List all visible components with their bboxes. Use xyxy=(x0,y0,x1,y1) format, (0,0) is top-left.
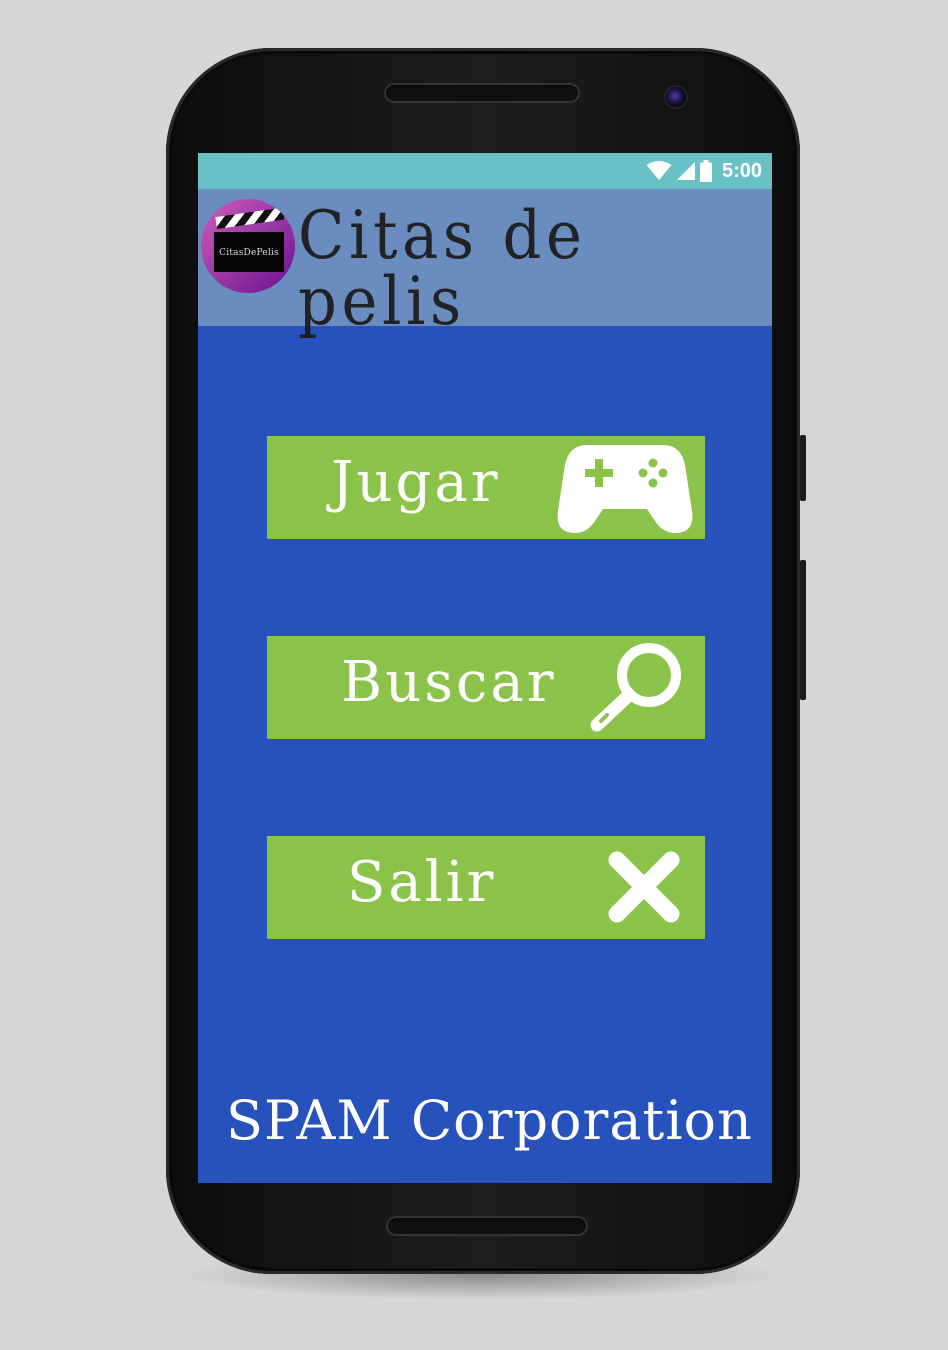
status-bar: 5:00 xyxy=(198,153,772,189)
app-screen: 5:00 CitasDePelis Citas de pelis Jugar B… xyxy=(198,153,772,1183)
play-button[interactable]: Jugar xyxy=(267,436,705,539)
signal-icon xyxy=(676,162,695,180)
clapper-stripes xyxy=(215,207,285,229)
app-bar: CitasDePelis Citas de pelis xyxy=(198,189,772,335)
front-camera xyxy=(666,87,686,107)
play-button-label: Jugar xyxy=(331,450,501,515)
exit-button-label: Salir xyxy=(347,850,497,915)
status-time: 5:00 xyxy=(721,159,762,182)
status-icons: 5:00 xyxy=(646,159,762,183)
device-mockup: 5:00 CitasDePelis Citas de pelis Jugar B… xyxy=(0,0,948,1350)
footer-company: SPAM Corporation xyxy=(226,1089,753,1152)
search-button[interactable]: Buscar xyxy=(267,636,705,739)
close-icon xyxy=(608,851,680,923)
bottom-speaker xyxy=(386,1216,588,1236)
magnifier-icon xyxy=(590,643,681,732)
volume-up-button xyxy=(800,435,806,501)
top-speaker xyxy=(384,83,580,103)
app-title: Citas de pelis xyxy=(298,197,587,340)
power-button xyxy=(800,560,806,700)
wifi-icon xyxy=(646,161,672,180)
battery-icon xyxy=(699,160,712,182)
search-button-label: Buscar xyxy=(341,650,557,715)
gamepad-icon xyxy=(557,445,693,533)
exit-button[interactable]: Salir xyxy=(267,836,705,939)
logo-text: CitasDePelis xyxy=(219,248,279,258)
app-logo: CitasDePelis xyxy=(201,199,295,293)
